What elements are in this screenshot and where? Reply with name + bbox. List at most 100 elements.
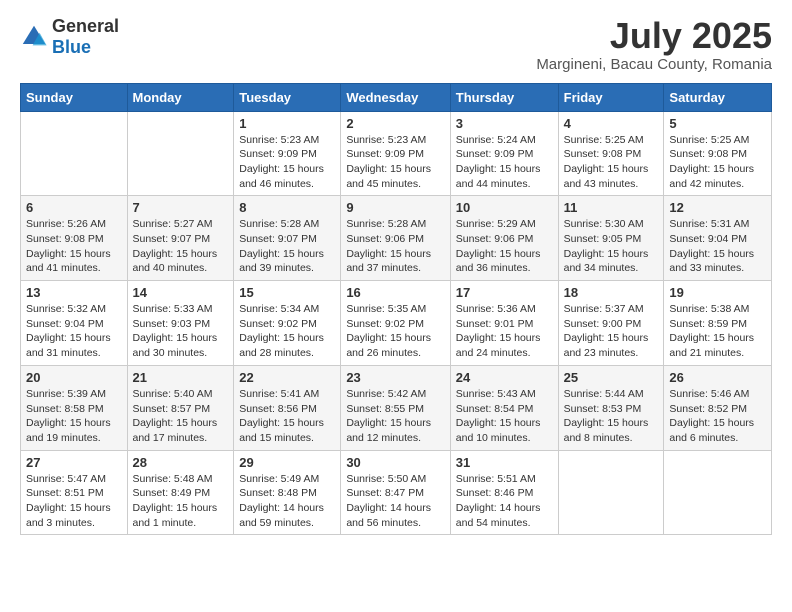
- col-monday: Monday: [127, 83, 234, 111]
- col-thursday: Thursday: [450, 83, 558, 111]
- table-row: 26 Sunrise: 5:46 AM Sunset: 8:52 PM Dayli…: [664, 365, 772, 450]
- day-number: 9: [346, 200, 444, 215]
- table-row: 10 Sunrise: 5:29 AM Sunset: 9:06 PM Dayli…: [450, 196, 558, 281]
- day-info: Sunrise: 5:51 AM Sunset: 8:46 PM Dayligh…: [456, 472, 553, 531]
- day-number: 7: [133, 200, 229, 215]
- day-number: 25: [564, 370, 659, 385]
- table-row: 12Sunrise: 5:31 AM Sunset: 9:04 PM Dayli…: [664, 196, 772, 281]
- calendar-table: Sunday Monday Tuesday Wednesday Thursday…: [20, 83, 772, 536]
- day-info: Sunrise: 5:41 AM Sunset: 8:56 PM Dayligh…: [239, 387, 335, 446]
- table-row: [21, 111, 128, 196]
- calendar-header-row: Sunday Monday Tuesday Wednesday Thursday…: [21, 83, 772, 111]
- day-info: Sunrise: 5:23 AM Sunset: 9:09 PM Dayligh…: [239, 133, 335, 192]
- day-info: Sunrise: 5:28 AM Sunset: 9:07 PM Dayligh…: [239, 217, 335, 276]
- day-number: 30: [346, 455, 444, 470]
- day-number: 27: [26, 455, 122, 470]
- day-number: 13: [26, 285, 122, 300]
- table-row: 22 Sunrise: 5:41 AM Sunset: 8:56 PM Dayli…: [234, 365, 341, 450]
- day-info: Sunrise: 5:24 AM Sunset: 9:09 PM Dayligh…: [456, 133, 553, 192]
- calendar-week-1: 1 Sunrise: 5:23 AM Sunset: 9:09 PM Daylig…: [21, 111, 772, 196]
- day-info: Sunrise: 5:27 AM Sunset: 9:07 PM Dayligh…: [133, 217, 229, 276]
- day-number: 4: [564, 116, 659, 131]
- header: General Blue July 2025 Margineni, Bacau …: [20, 16, 772, 73]
- table-row: 7 Sunrise: 5:27 AM Sunset: 9:07 PM Daylig…: [127, 196, 234, 281]
- month-title: July 2025: [536, 16, 772, 56]
- day-info: Sunrise: 5:35 AM Sunset: 9:02 PM Dayligh…: [346, 302, 444, 361]
- table-row: 21 Sunrise: 5:40 AM Sunset: 8:57 PM Dayli…: [127, 365, 234, 450]
- day-number: 3: [456, 116, 553, 131]
- table-row: 1 Sunrise: 5:23 AM Sunset: 9:09 PM Daylig…: [234, 111, 341, 196]
- day-info: Sunrise: 5:38 AM Sunset: 8:59 PM Dayligh…: [669, 302, 766, 361]
- day-info: Sunrise: 5:36 AM Sunset: 9:01 PM Dayligh…: [456, 302, 553, 361]
- day-info: Sunrise: 5:46 AM Sunset: 8:52 PM Dayligh…: [669, 387, 766, 446]
- calendar-week-3: 13Sunrise: 5:32 AM Sunset: 9:04 PM Dayli…: [21, 281, 772, 366]
- table-row: 28 Sunrise: 5:48 AM Sunset: 8:49 PM Dayli…: [127, 450, 234, 535]
- day-info: Sunrise: 5:34 AM Sunset: 9:02 PM Dayligh…: [239, 302, 335, 361]
- table-row: 18Sunrise: 5:37 AM Sunset: 9:00 PM Dayli…: [558, 281, 664, 366]
- day-info: Sunrise: 5:29 AM Sunset: 9:06 PM Dayligh…: [456, 217, 553, 276]
- table-row: [664, 450, 772, 535]
- table-row: 20Sunrise: 5:39 AM Sunset: 8:58 PM Dayli…: [21, 365, 128, 450]
- day-info: Sunrise: 5:25 AM Sunset: 9:08 PM Dayligh…: [564, 133, 659, 192]
- logo-icon: [20, 23, 48, 51]
- calendar-week-4: 20Sunrise: 5:39 AM Sunset: 8:58 PM Dayli…: [21, 365, 772, 450]
- table-row: [127, 111, 234, 196]
- day-info: Sunrise: 5:33 AM Sunset: 9:03 PM Dayligh…: [133, 302, 229, 361]
- day-info: Sunrise: 5:43 AM Sunset: 8:54 PM Dayligh…: [456, 387, 553, 446]
- table-row: 31Sunrise: 5:51 AM Sunset: 8:46 PM Dayli…: [450, 450, 558, 535]
- calendar-week-5: 27Sunrise: 5:47 AM Sunset: 8:51 PM Dayli…: [21, 450, 772, 535]
- table-row: 19 Sunrise: 5:38 AM Sunset: 8:59 PM Dayli…: [664, 281, 772, 366]
- day-info: Sunrise: 5:48 AM Sunset: 8:49 PM Dayligh…: [133, 472, 229, 531]
- calendar-week-2: 6 Sunrise: 5:26 AM Sunset: 9:08 PM Daylig…: [21, 196, 772, 281]
- day-number: 19: [669, 285, 766, 300]
- day-info: Sunrise: 5:49 AM Sunset: 8:48 PM Dayligh…: [239, 472, 335, 531]
- logo-blue: Blue: [52, 37, 91, 57]
- day-number: 28: [133, 455, 229, 470]
- col-sunday: Sunday: [21, 83, 128, 111]
- day-number: 11: [564, 200, 659, 215]
- day-info: Sunrise: 5:40 AM Sunset: 8:57 PM Dayligh…: [133, 387, 229, 446]
- title-block: July 2025 Margineni, Bacau County, Roman…: [536, 16, 772, 73]
- day-number: 24: [456, 370, 553, 385]
- day-info: Sunrise: 5:44 AM Sunset: 8:53 PM Dayligh…: [564, 387, 659, 446]
- day-info: Sunrise: 5:31 AM Sunset: 9:04 PM Dayligh…: [669, 217, 766, 276]
- table-row: 3 Sunrise: 5:24 AM Sunset: 9:09 PM Daylig…: [450, 111, 558, 196]
- table-row: 29Sunrise: 5:49 AM Sunset: 8:48 PM Dayli…: [234, 450, 341, 535]
- day-number: 23: [346, 370, 444, 385]
- day-number: 8: [239, 200, 335, 215]
- day-number: 18: [564, 285, 659, 300]
- page: General Blue July 2025 Margineni, Bacau …: [0, 0, 792, 551]
- col-tuesday: Tuesday: [234, 83, 341, 111]
- table-row: 17 Sunrise: 5:36 AM Sunset: 9:01 PM Dayli…: [450, 281, 558, 366]
- table-row: 14Sunrise: 5:33 AM Sunset: 9:03 PM Dayli…: [127, 281, 234, 366]
- day-number: 21: [133, 370, 229, 385]
- day-info: Sunrise: 5:42 AM Sunset: 8:55 PM Dayligh…: [346, 387, 444, 446]
- day-info: Sunrise: 5:25 AM Sunset: 9:08 PM Dayligh…: [669, 133, 766, 192]
- table-row: 30 Sunrise: 5:50 AM Sunset: 8:47 PM Dayli…: [341, 450, 450, 535]
- table-row: 4 Sunrise: 5:25 AM Sunset: 9:08 PM Daylig…: [558, 111, 664, 196]
- day-info: Sunrise: 5:26 AM Sunset: 9:08 PM Dayligh…: [26, 217, 122, 276]
- day-number: 6: [26, 200, 122, 215]
- table-row: 16 Sunrise: 5:35 AM Sunset: 9:02 PM Dayli…: [341, 281, 450, 366]
- table-row: 6 Sunrise: 5:26 AM Sunset: 9:08 PM Daylig…: [21, 196, 128, 281]
- day-number: 10: [456, 200, 553, 215]
- day-number: 26: [669, 370, 766, 385]
- day-info: Sunrise: 5:30 AM Sunset: 9:05 PM Dayligh…: [564, 217, 659, 276]
- table-row: 11 Sunrise: 5:30 AM Sunset: 9:05 PM Dayli…: [558, 196, 664, 281]
- day-number: 17: [456, 285, 553, 300]
- day-number: 15: [239, 285, 335, 300]
- table-row: [558, 450, 664, 535]
- table-row: 25 Sunrise: 5:44 AM Sunset: 8:53 PM Dayli…: [558, 365, 664, 450]
- col-friday: Friday: [558, 83, 664, 111]
- day-number: 1: [239, 116, 335, 131]
- day-number: 22: [239, 370, 335, 385]
- day-info: Sunrise: 5:50 AM Sunset: 8:47 PM Dayligh…: [346, 472, 444, 531]
- day-info: Sunrise: 5:28 AM Sunset: 9:06 PM Dayligh…: [346, 217, 444, 276]
- day-info: Sunrise: 5:23 AM Sunset: 9:09 PM Dayligh…: [346, 133, 444, 192]
- day-number: 16: [346, 285, 444, 300]
- logo: General Blue: [20, 16, 119, 58]
- col-wednesday: Wednesday: [341, 83, 450, 111]
- day-info: Sunrise: 5:39 AM Sunset: 8:58 PM Dayligh…: [26, 387, 122, 446]
- logo-text: General Blue: [52, 16, 119, 58]
- col-saturday: Saturday: [664, 83, 772, 111]
